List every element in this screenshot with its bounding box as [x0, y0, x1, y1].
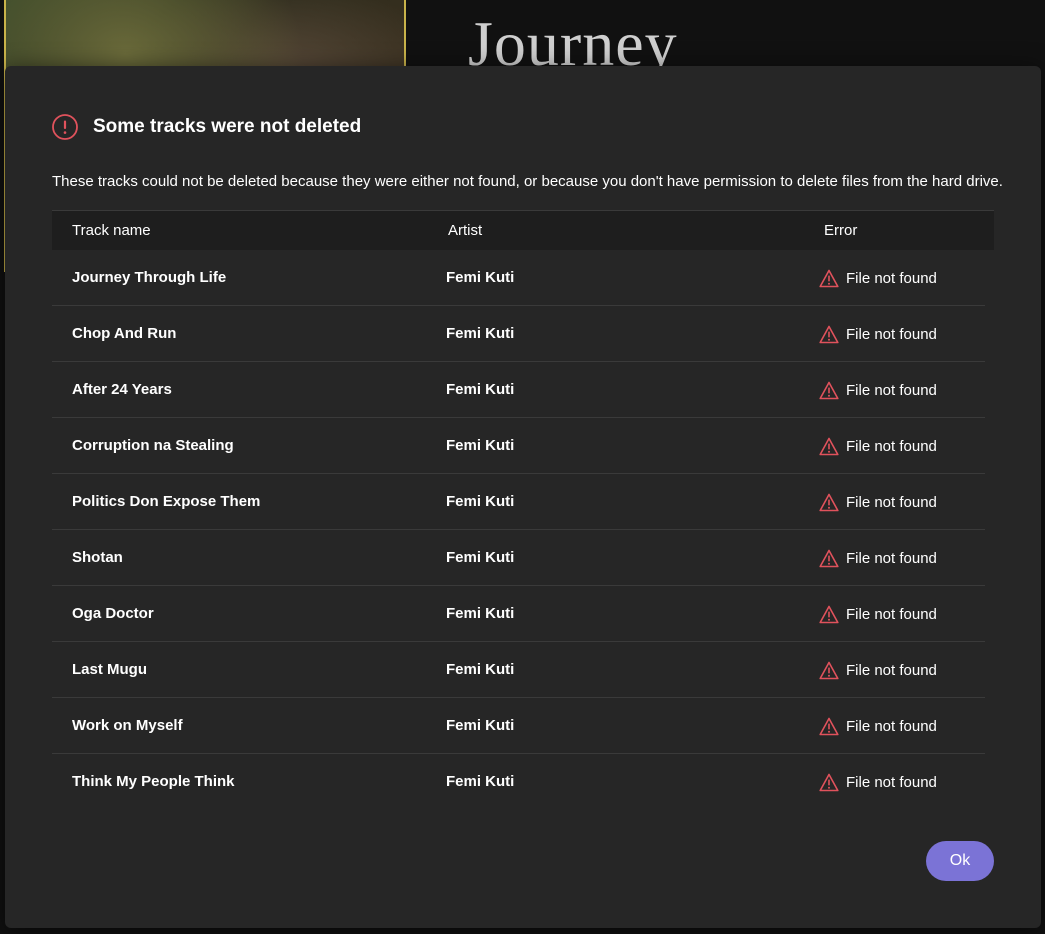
- table-row: Think My People Think Femi Kuti File not…: [52, 753, 985, 809]
- warning-triangle-icon: [819, 325, 839, 344]
- error-text: File not found: [846, 550, 937, 567]
- artist-name: Femi Kuti: [446, 381, 515, 398]
- artist-name: Femi Kuti: [446, 773, 515, 790]
- error-cell: File not found: [819, 773, 937, 792]
- dialog-description: These tracks could not be deleted becaus…: [52, 173, 1003, 190]
- table-row: After 24 Years Femi Kuti File not found: [52, 361, 985, 417]
- table-row: Politics Don Expose Them Femi Kuti File …: [52, 473, 985, 529]
- alert-circle-icon: [52, 114, 78, 140]
- album-title: Journey: [468, 8, 678, 68]
- artist-name: Femi Kuti: [446, 269, 515, 286]
- artist-name: Femi Kuti: [446, 493, 515, 510]
- column-header-track: Track name: [72, 222, 151, 239]
- warning-triangle-icon: [819, 661, 839, 680]
- error-cell: File not found: [819, 549, 937, 568]
- track-name: Shotan: [72, 549, 123, 566]
- table-row: Chop And Run Femi Kuti File not found: [52, 305, 985, 361]
- column-header-error: Error: [824, 222, 858, 239]
- failed-tracks-table: Track name Artist Error Journey Through …: [52, 210, 994, 809]
- error-cell: File not found: [819, 437, 937, 456]
- dialog-header: Some tracks were not deleted: [52, 114, 361, 140]
- table-body: Journey Through Life Femi Kuti File not …: [52, 250, 994, 809]
- error-text: File not found: [846, 774, 937, 791]
- artist-name: Femi Kuti: [446, 661, 515, 678]
- error-cell: File not found: [819, 605, 937, 624]
- warning-triangle-icon: [819, 605, 839, 624]
- column-header-artist: Artist: [448, 222, 483, 239]
- error-cell: File not found: [819, 493, 937, 512]
- warning-triangle-icon: [819, 381, 839, 400]
- track-name: Chop And Run: [72, 325, 177, 342]
- error-text: File not found: [846, 494, 937, 511]
- table-row: Journey Through Life Femi Kuti File not …: [52, 250, 985, 305]
- table-row: Work on Myself Femi Kuti File not found: [52, 697, 985, 753]
- warning-triangle-icon: [819, 549, 839, 568]
- table-row: Shotan Femi Kuti File not found: [52, 529, 985, 585]
- error-text: File not found: [846, 606, 937, 623]
- artist-name: Femi Kuti: [446, 717, 515, 734]
- ok-button[interactable]: Ok: [926, 841, 994, 881]
- error-cell: File not found: [819, 269, 937, 288]
- delete-error-dialog: Some tracks were not deleted These track…: [5, 66, 1041, 928]
- table-row: Last Mugu Femi Kuti File not found: [52, 641, 985, 697]
- error-text: File not found: [846, 438, 937, 455]
- track-name: Work on Myself: [72, 717, 183, 734]
- error-text: File not found: [846, 326, 937, 343]
- table-row: Corruption na Stealing Femi Kuti File no…: [52, 417, 985, 473]
- track-name: Journey Through Life: [72, 269, 227, 286]
- error-text: File not found: [846, 270, 937, 287]
- error-cell: File not found: [819, 381, 937, 400]
- track-name: Oga Doctor: [72, 605, 154, 622]
- error-cell: File not found: [819, 325, 937, 344]
- artist-name: Femi Kuti: [446, 325, 515, 342]
- track-name: Politics Don Expose Them: [72, 493, 261, 510]
- dialog-title: Some tracks were not deleted: [93, 116, 362, 137]
- error-cell: File not found: [819, 717, 937, 736]
- error-cell: File not found: [819, 661, 937, 680]
- track-name: After 24 Years: [72, 381, 172, 398]
- artist-name: Femi Kuti: [446, 605, 515, 622]
- error-text: File not found: [846, 718, 937, 735]
- error-text: File not found: [846, 662, 937, 679]
- track-name: Last Mugu: [72, 661, 147, 678]
- table-row: Oga Doctor Femi Kuti File not found: [52, 585, 985, 641]
- warning-triangle-icon: [819, 717, 839, 736]
- error-text: File not found: [846, 382, 937, 399]
- table-header: Track name Artist Error: [52, 210, 994, 250]
- track-name: Think My People Think: [72, 773, 235, 790]
- artist-name: Femi Kuti: [446, 549, 515, 566]
- warning-triangle-icon: [819, 773, 839, 792]
- artist-name: Femi Kuti: [446, 437, 515, 454]
- warning-triangle-icon: [819, 437, 839, 456]
- track-name: Corruption na Stealing: [72, 437, 234, 454]
- warning-triangle-icon: [819, 269, 839, 288]
- warning-triangle-icon: [819, 493, 839, 512]
